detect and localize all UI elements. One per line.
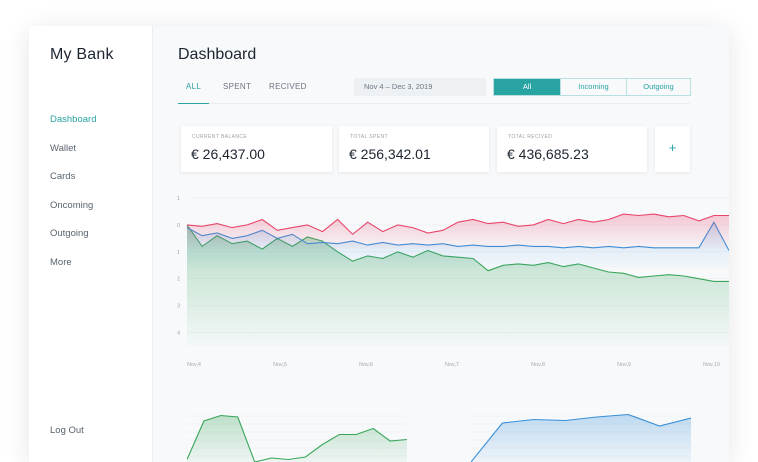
x-tick-label: Nov,5 (273, 362, 287, 368)
card-value: € 436,685.23 (507, 146, 589, 162)
sidebar-item-dashboard[interactable]: Dashboard (50, 114, 96, 143)
date-range-picker[interactable]: Nov 4 – Dec 3, 2019 (354, 78, 486, 96)
tab-recived[interactable]: RECIVED (269, 82, 307, 104)
sidebar-item-cards[interactable]: Cards (50, 171, 96, 200)
sidebar-item-oncoming[interactable]: Oncoming (50, 200, 96, 229)
card-label: TOTAL RECIVED (508, 134, 553, 140)
app-window: My Bank Dashboard Wallet Cards Oncoming … (29, 26, 729, 462)
y-tick-label: 2 (177, 277, 180, 283)
tab-spent[interactable]: SPENT (223, 82, 251, 104)
card-value: € 26,437.00 (191, 146, 265, 162)
y-tick-label: 3 (177, 304, 180, 310)
sidebar-item-more[interactable]: More (50, 257, 96, 286)
page-title: Dashboard (178, 46, 257, 63)
brand-logo: My Bank (50, 46, 114, 63)
x-tick-label: Nov,8 (531, 362, 545, 368)
sidebar-item-wallet[interactable]: Wallet (50, 143, 96, 172)
main-panel: Dashboard ALL SPENT RECIVED Nov 4 – Dec … (153, 26, 729, 462)
y-tick-label: 1 (177, 250, 180, 256)
x-tick-label: Nov,7 (445, 362, 459, 368)
filter-all-button[interactable]: All (494, 79, 560, 95)
add-card-button[interactable]: + (655, 126, 690, 172)
tab-all[interactable]: ALL (178, 82, 210, 104)
sidebar: My Bank Dashboard Wallet Cards Oncoming … (29, 26, 153, 462)
red-series-area (187, 214, 729, 250)
x-tick-label: Nov,10 (703, 362, 720, 368)
card-label: CURRENT BALANCE (192, 134, 248, 140)
logout-link[interactable]: Log Out (50, 425, 84, 436)
spent-card: TOTAL SPENT € 256,342.01 (339, 126, 489, 172)
y-tick-label: 1 (177, 196, 180, 202)
card-label: TOTAL SPENT (350, 134, 388, 140)
balance-line-chart: 1 0 1 2 3 4 Nov,4 Nov,5 Nov,6 Nov,7 Nov,8 Nov,9 Nov,… (177, 196, 729, 368)
mini-area-chart-blue (471, 413, 691, 462)
sidebar-item-outgoing[interactable]: Outgoing (50, 228, 96, 257)
sidebar-nav: Dashboard Wallet Cards Oncoming Outgoing… (50, 114, 96, 285)
received-card: TOTAL RECIVED € 436,685.23 (497, 126, 647, 172)
green-mini-area (187, 415, 407, 462)
x-tick-label: Nov,4 (187, 362, 201, 368)
filter-segmented-control: All Incoming Outgoing (493, 78, 691, 96)
blue-mini-area (471, 414, 691, 462)
x-tick-label: Nov,9 (617, 362, 631, 368)
x-tick-label: Nov,6 (359, 362, 373, 368)
filter-outgoing-button[interactable]: Outgoing (626, 79, 690, 95)
filter-incoming-button[interactable]: Incoming (560, 79, 626, 95)
mini-area-chart-green (187, 414, 407, 462)
y-tick-label: 4 (177, 331, 180, 337)
y-tick-label: 0 (177, 223, 180, 229)
card-value: € 256,342.01 (349, 146, 431, 162)
balance-card: CURRENT BALANCE € 26,437.00 (181, 126, 332, 172)
